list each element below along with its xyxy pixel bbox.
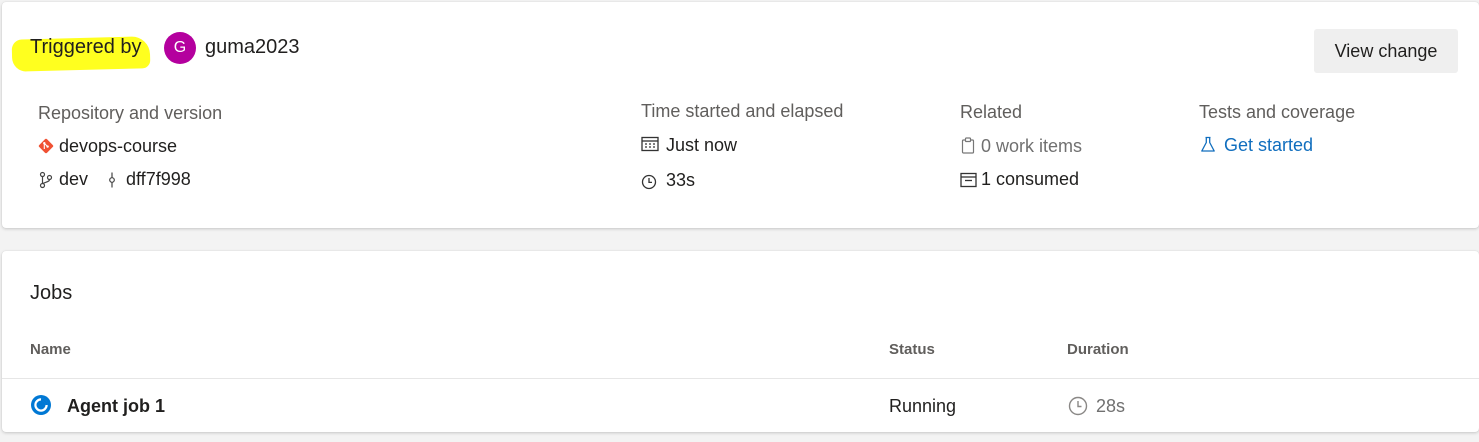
get-started-link[interactable]: Get started bbox=[1224, 135, 1313, 156]
jobs-card: Jobs Name Status Duration Agent job 1 Ru… bbox=[2, 251, 1479, 432]
calendar-icon bbox=[641, 136, 659, 152]
clock-icon bbox=[641, 174, 657, 190]
table-divider bbox=[2, 378, 1479, 379]
clipboard-icon bbox=[961, 137, 975, 154]
repository-name-link[interactable]: devops-course bbox=[59, 136, 177, 157]
related-section-label: Related bbox=[960, 102, 1023, 122]
job-duration: 28s bbox=[1096, 396, 1126, 416]
column-header-name: Name bbox=[30, 341, 71, 358]
triggered-by-label: Triggered by bbox=[30, 36, 142, 58]
jobs-title: Jobs bbox=[30, 282, 73, 304]
run-summary-card: Triggered by G guma2023 View change Repo… bbox=[2, 2, 1479, 228]
job-status: Running bbox=[889, 396, 957, 416]
avatar[interactable]: G bbox=[164, 32, 196, 64]
consumed-artifacts-link[interactable]: 1 consumed bbox=[981, 169, 1079, 190]
triggered-by-username[interactable]: guma2023 bbox=[205, 36, 300, 59]
branch-icon bbox=[39, 171, 53, 189]
job-name[interactable]: Agent job 1 bbox=[67, 396, 165, 417]
commit-hash[interactable]: dff7f998 bbox=[126, 169, 191, 190]
column-header-duration: Duration bbox=[1067, 341, 1129, 358]
tests-section-label: Tests and coverage bbox=[1199, 102, 1356, 122]
running-status-icon bbox=[31, 395, 51, 415]
view-change-button[interactable]: View change bbox=[1314, 29, 1458, 73]
branch-name[interactable]: dev bbox=[59, 169, 88, 190]
time-started: Just now bbox=[666, 135, 738, 155]
git-repo-icon bbox=[38, 138, 54, 154]
flask-icon bbox=[1201, 136, 1215, 152]
time-section-label: Time started and elapsed bbox=[641, 101, 844, 121]
repository-section-label: Repository and version bbox=[38, 103, 223, 123]
duration-clock-icon bbox=[1068, 396, 1088, 416]
column-header-status: Status bbox=[889, 341, 935, 358]
artifact-icon bbox=[960, 172, 977, 188]
time-elapsed: 33s bbox=[666, 170, 696, 190]
work-items-link[interactable]: 0 work items bbox=[981, 136, 1082, 157]
commit-icon bbox=[109, 172, 115, 188]
